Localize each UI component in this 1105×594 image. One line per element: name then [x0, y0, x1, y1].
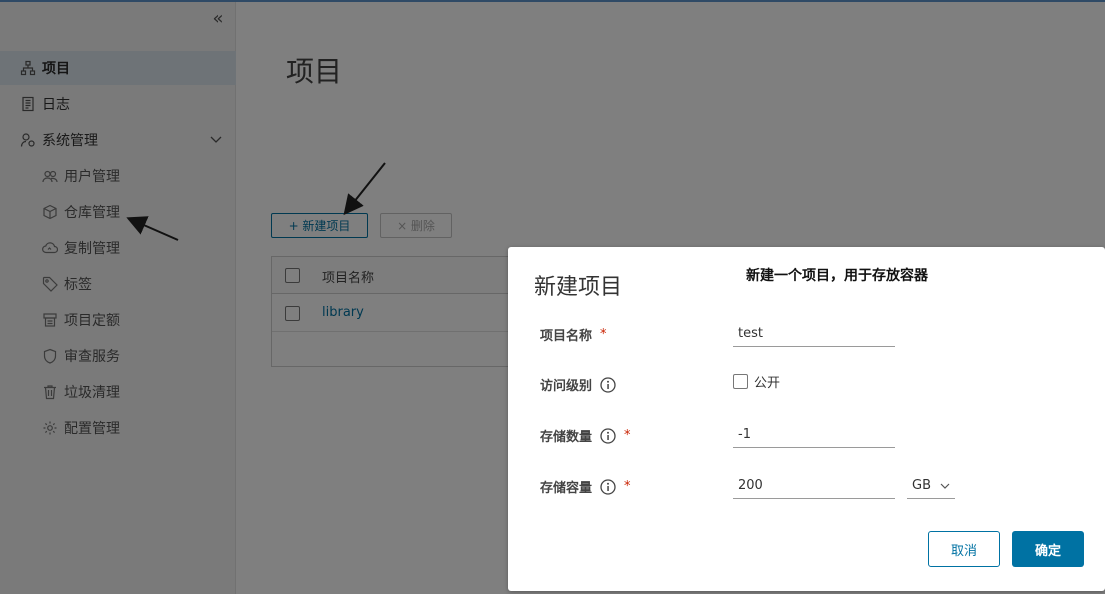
- required-mark: *: [600, 327, 607, 342]
- project-name-label-text: 项目名称: [540, 329, 593, 344]
- ok-button[interactable]: 确定: [1012, 531, 1084, 567]
- project-name-label: 项目名称 *: [540, 325, 607, 344]
- chevron-down-icon: [940, 480, 950, 490]
- storage-capacity-input[interactable]: 200: [733, 475, 895, 499]
- info-icon[interactable]: [600, 376, 616, 393]
- project-name-input[interactable]: test: [733, 323, 895, 347]
- required-mark: *: [624, 479, 631, 494]
- unit-select-value: GB: [912, 478, 931, 493]
- new-project-modal: 新建项目 新建一个项目，用于存放容器 项目名称 * test 访问级别 公开 存…: [508, 247, 1105, 591]
- annotation-text: 新建一个项目，用于存放容器: [746, 268, 928, 284]
- public-label: 公开: [754, 376, 781, 391]
- storage-capacity-label: 存储容量 *: [540, 477, 631, 496]
- required-mark: *: [624, 428, 631, 443]
- project-name-row: 项目名称 * test: [508, 317, 1105, 353]
- public-checkbox[interactable]: [733, 374, 748, 389]
- storage-count-label: 存储数量 *: [540, 426, 631, 445]
- storage-capacity-row: 存储容量 * 200 GB: [508, 469, 1105, 505]
- top-accent-line: [0, 0, 1105, 2]
- storage-count-input[interactable]: -1: [733, 424, 895, 448]
- access-level-label: 访问级别: [540, 375, 616, 394]
- unit-select[interactable]: GB: [907, 475, 955, 499]
- access-level-row: 访问级别 公开: [508, 367, 1105, 403]
- modal-title: 新建项目: [534, 275, 623, 300]
- info-icon[interactable]: [600, 427, 616, 444]
- info-icon[interactable]: [600, 478, 616, 495]
- cancel-button[interactable]: 取消: [928, 531, 1000, 567]
- storage-count-row: 存储数量 * -1: [508, 418, 1105, 454]
- access-level-label-text: 访问级别: [540, 379, 593, 394]
- storage-count-label-text: 存储数量: [540, 430, 593, 445]
- public-checkbox-wrap[interactable]: 公开: [733, 372, 780, 391]
- storage-capacity-label-text: 存储容量: [540, 481, 593, 496]
